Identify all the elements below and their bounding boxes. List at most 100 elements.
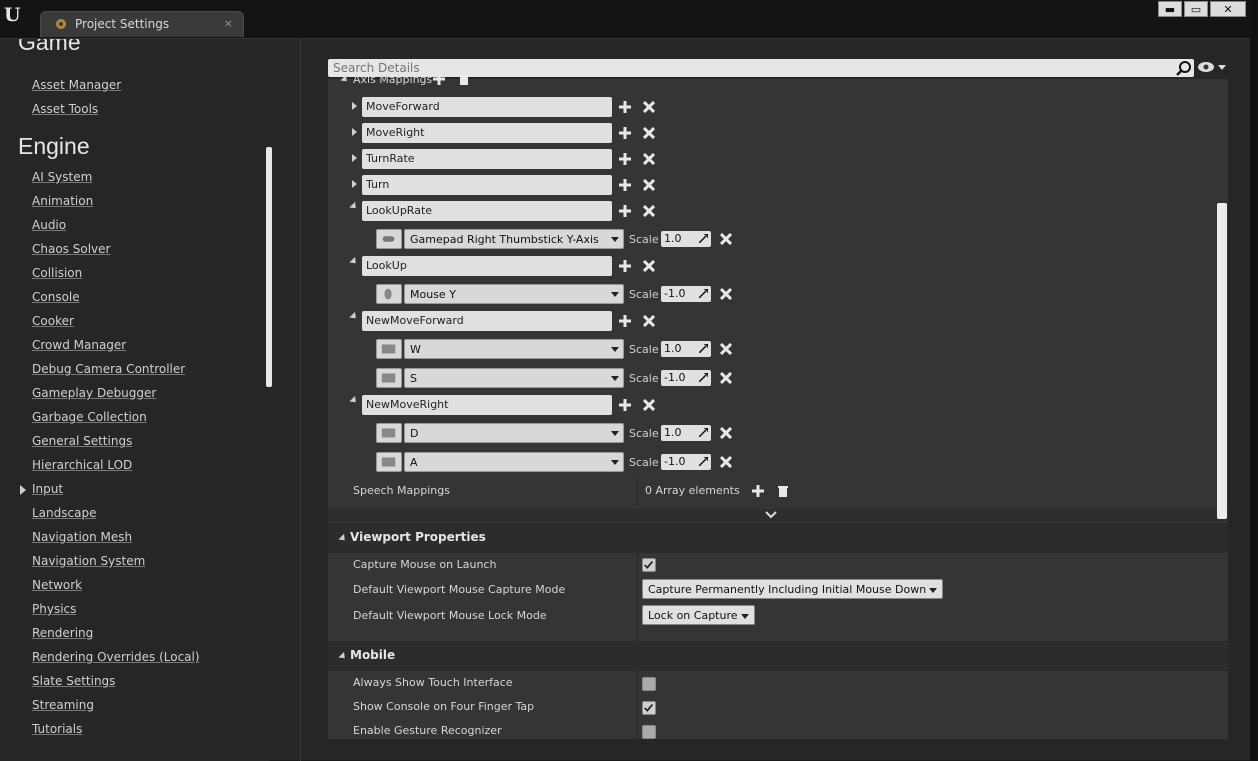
sidebar-item-collision[interactable]: Collision <box>32 266 82 280</box>
sidebar-item-landscape[interactable]: Landscape <box>32 506 96 520</box>
add-key-icon[interactable] <box>619 101 631 113</box>
sidebar-item-asset-tools[interactable]: Asset Tools <box>32 102 98 116</box>
spin-arrows-icon[interactable] <box>699 428 708 437</box>
add-key-icon[interactable] <box>619 260 631 272</box>
minimize-button[interactable]: ▬ <box>1158 1 1182 17</box>
spin-arrows-icon[interactable] <box>699 289 708 298</box>
add-axis-mapping-icon[interactable] <box>433 73 445 85</box>
expand-arrow-icon[interactable] <box>352 102 357 110</box>
axis-name-field[interactable]: LookUpRate <box>362 201 612 221</box>
chevron-down-icon[interactable] <box>765 511 777 519</box>
axis-name-field[interactable]: MoveForward <box>362 97 612 117</box>
spin-arrows-icon[interactable] <box>699 373 708 382</box>
collapse-arrow-icon[interactable] <box>349 256 359 267</box>
search-icon[interactable] <box>1176 60 1192 76</box>
capture-mode-dropdown[interactable]: Capture Permanently Including Initial Mo… <box>642 579 944 599</box>
sidebar-item-navigation-mesh[interactable]: Navigation Mesh <box>32 530 132 544</box>
remove-key-icon[interactable] <box>720 456 732 468</box>
sidebar-item-streaming[interactable]: Streaming <box>32 698 94 712</box>
sidebar-item-slate-settings[interactable]: Slate Settings <box>32 674 115 688</box>
details-scrollbar[interactable] <box>1217 203 1227 519</box>
sidebar-item-ai-system[interactable]: AI System <box>32 170 92 184</box>
key-selector[interactable]: A <box>404 452 624 472</box>
sidebar-item-asset-manager[interactable]: Asset Manager <box>32 78 121 92</box>
spin-arrows-icon[interactable] <box>699 344 708 353</box>
mobile-header[interactable]: Mobile <box>328 641 1228 671</box>
remove-mapping-icon[interactable] <box>643 399 655 411</box>
scale-input[interactable]: 1.0 <box>661 341 711 357</box>
key-selector[interactable]: Mouse Y <box>404 284 624 304</box>
mouse-icon[interactable] <box>376 284 402 304</box>
spin-arrows-icon[interactable] <box>699 234 708 243</box>
sidebar-scrollbar[interactable] <box>266 147 272 387</box>
remove-key-icon[interactable] <box>720 288 732 300</box>
add-speech-mapping-icon[interactable] <box>752 485 764 497</box>
sidebar-item-gameplay-debugger[interactable]: Gameplay Debugger <box>32 386 156 400</box>
add-key-icon[interactable] <box>619 153 631 165</box>
keyboard-icon[interactable] <box>376 368 402 388</box>
remove-mapping-icon[interactable] <box>643 205 655 217</box>
scale-input[interactable]: -1.0 <box>661 286 711 302</box>
collapse-arrow-icon[interactable] <box>349 395 359 406</box>
sidebar-item-crowd-manager[interactable]: Crowd Manager <box>32 338 126 352</box>
search-input[interactable] <box>328 59 1168 77</box>
delete-speech-mappings-icon[interactable] <box>777 485 789 497</box>
keyboard-icon[interactable] <box>376 423 402 443</box>
remove-mapping-icon[interactable] <box>643 101 655 113</box>
sidebar-item-animation[interactable]: Animation <box>32 194 93 208</box>
touch-interface-checkbox[interactable] <box>642 677 656 691</box>
spin-arrows-icon[interactable] <box>699 457 708 466</box>
sidebar-item-audio[interactable]: Audio <box>32 218 66 232</box>
remove-key-icon[interactable] <box>720 343 732 355</box>
sidebar-item-cooker[interactable]: Cooker <box>32 314 74 328</box>
keyboard-icon[interactable] <box>376 452 402 472</box>
sidebar-item-network[interactable]: Network <box>32 578 82 592</box>
close-button[interactable]: ✕ <box>1210 1 1246 17</box>
keyboard-icon[interactable] <box>376 339 402 359</box>
tab-project-settings[interactable]: Project Settings × <box>40 11 244 37</box>
maximize-button[interactable]: ▭ <box>1184 1 1208 17</box>
sidebar-item-physics[interactable]: Physics <box>32 602 76 616</box>
sidebar-item-chaos-solver[interactable]: Chaos Solver <box>32 242 110 256</box>
sidebar-item-garbage-collection[interactable]: Garbage Collection <box>32 410 147 424</box>
remove-key-icon[interactable] <box>720 372 732 384</box>
add-key-icon[interactable] <box>619 315 631 327</box>
view-options-eye-icon[interactable] <box>1198 59 1228 75</box>
add-key-icon[interactable] <box>619 399 631 411</box>
sidebar-item-console[interactable]: Console <box>32 290 80 304</box>
scale-input[interactable]: 1.0 <box>661 425 711 441</box>
remove-mapping-icon[interactable] <box>643 315 655 327</box>
scale-input[interactable]: 1.0 <box>661 231 711 247</box>
axis-name-field[interactable]: TurnRate <box>362 149 612 169</box>
sidebar-item-debug-camera-controller[interactable]: Debug Camera Controller <box>32 362 185 376</box>
expand-arrow-icon[interactable] <box>352 128 357 136</box>
remove-mapping-icon[interactable] <box>643 153 655 165</box>
sidebar-item-tutorials[interactable]: Tutorials <box>32 722 82 736</box>
sidebar-item-hierarchical-lod[interactable]: Hierarchical LOD <box>32 458 132 472</box>
sidebar-item-rendering-overrides[interactable]: Rendering Overrides (Local) <box>32 650 200 664</box>
remove-key-icon[interactable] <box>720 427 732 439</box>
remove-key-icon[interactable] <box>720 233 732 245</box>
capture-mouse-checkbox[interactable] <box>642 558 656 572</box>
axis-name-field[interactable]: NewMoveRight <box>362 395 612 415</box>
scale-input[interactable]: -1.0 <box>661 370 711 386</box>
add-key-icon[interactable] <box>619 205 631 217</box>
remove-mapping-icon[interactable] <box>643 127 655 139</box>
sidebar-item-navigation-system[interactable]: Navigation System <box>32 554 145 568</box>
axis-name-field[interactable]: LookUp <box>362 256 612 276</box>
gamepad-icon[interactable] <box>376 229 402 249</box>
key-selector[interactable]: Gamepad Right Thumbstick Y-Axis <box>404 229 624 249</box>
expand-arrow-icon[interactable] <box>352 154 357 162</box>
sidebar-item-rendering[interactable]: Rendering <box>32 626 93 640</box>
add-key-icon[interactable] <box>619 127 631 139</box>
delete-all-axis-mappings-icon[interactable] <box>458 73 470 85</box>
console-four-finger-checkbox[interactable] <box>642 701 656 715</box>
key-selector[interactable]: S <box>404 368 624 388</box>
collapse-arrow-icon[interactable] <box>349 311 359 322</box>
scale-input[interactable]: -1.0 <box>661 454 711 470</box>
collapse-arrow-icon[interactable] <box>349 201 359 212</box>
viewport-properties-header[interactable]: Viewport Properties <box>328 523 1228 553</box>
remove-mapping-icon[interactable] <box>643 179 655 191</box>
lock-mode-dropdown[interactable]: Lock on Capture <box>642 605 755 625</box>
axis-name-field[interactable]: NewMoveForward <box>362 311 612 331</box>
